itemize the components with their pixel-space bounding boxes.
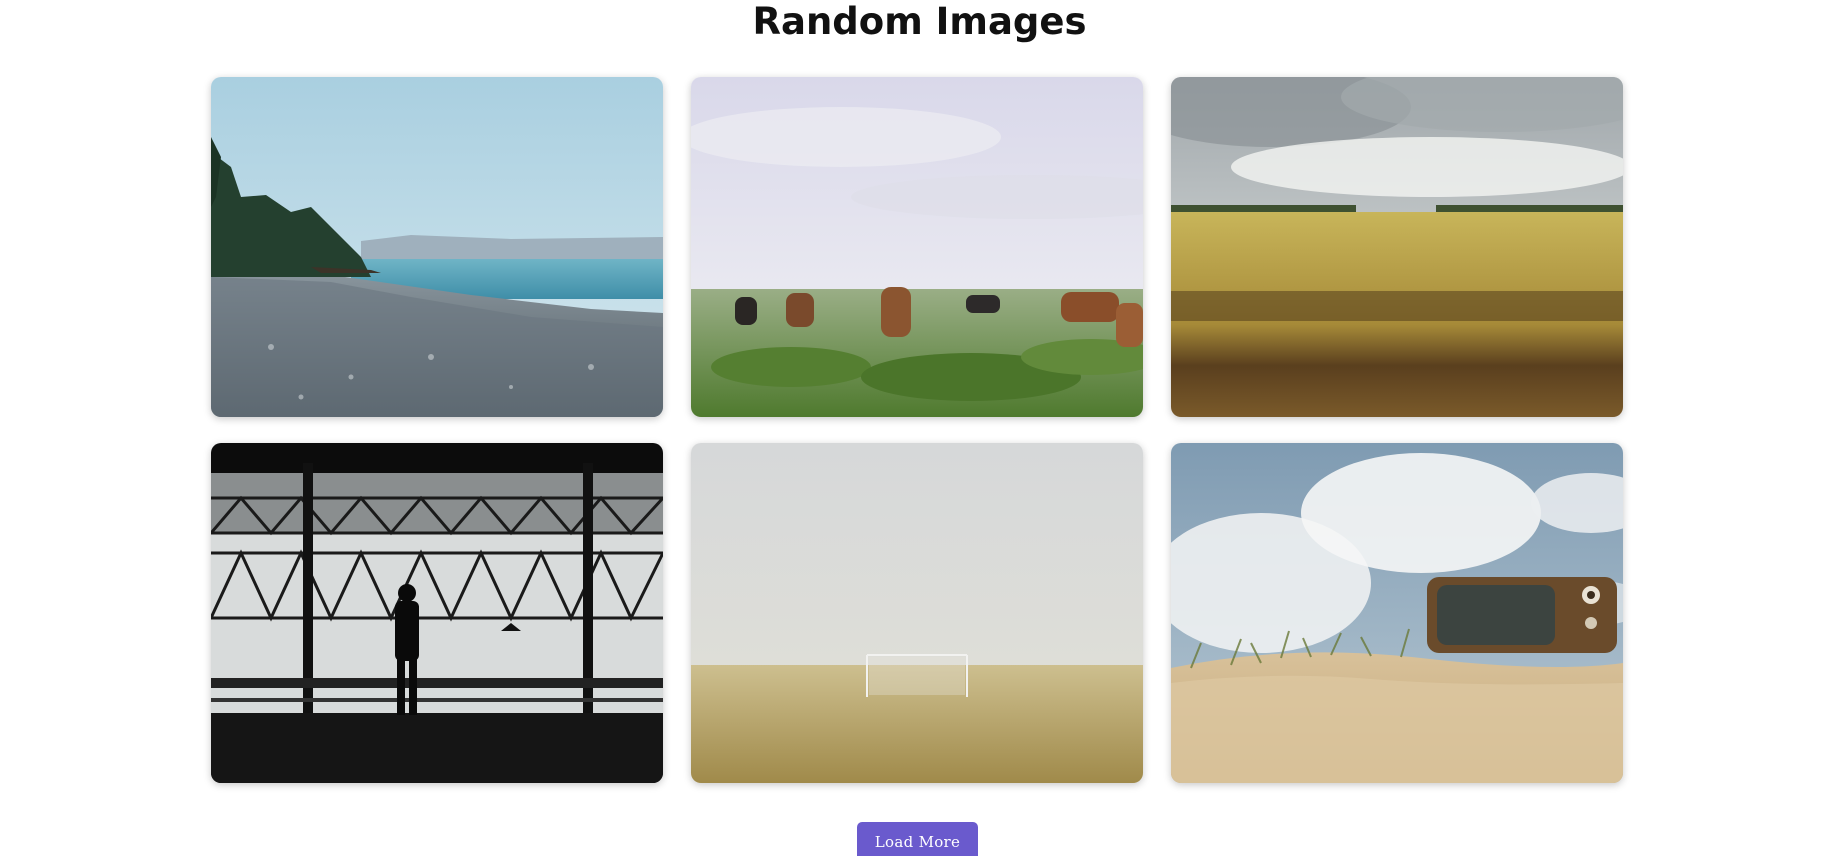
horses-image xyxy=(691,77,1143,417)
gallery-image-beach[interactable] xyxy=(211,77,663,417)
page: Random Images Load More xyxy=(0,0,1839,856)
load-more-button[interactable]: Load More xyxy=(857,822,978,856)
foggy-field-image xyxy=(691,443,1143,783)
beach-image xyxy=(211,77,663,417)
gallery-image-horses[interactable] xyxy=(691,77,1143,417)
wheat-field-image xyxy=(1171,77,1623,417)
gallery-image-wheat-field[interactable] xyxy=(1171,77,1623,417)
gallery-image-tv-on-sand[interactable] xyxy=(1171,443,1623,783)
silhouette-window-image xyxy=(211,443,663,783)
image-gallery xyxy=(211,77,1625,783)
tv-on-sand-image xyxy=(1171,443,1623,783)
gallery-image-foggy-field[interactable] xyxy=(691,443,1143,783)
page-title: Random Images xyxy=(752,0,1087,43)
television-shape xyxy=(1427,577,1617,653)
gallery-image-silhouette-window[interactable] xyxy=(211,443,663,783)
